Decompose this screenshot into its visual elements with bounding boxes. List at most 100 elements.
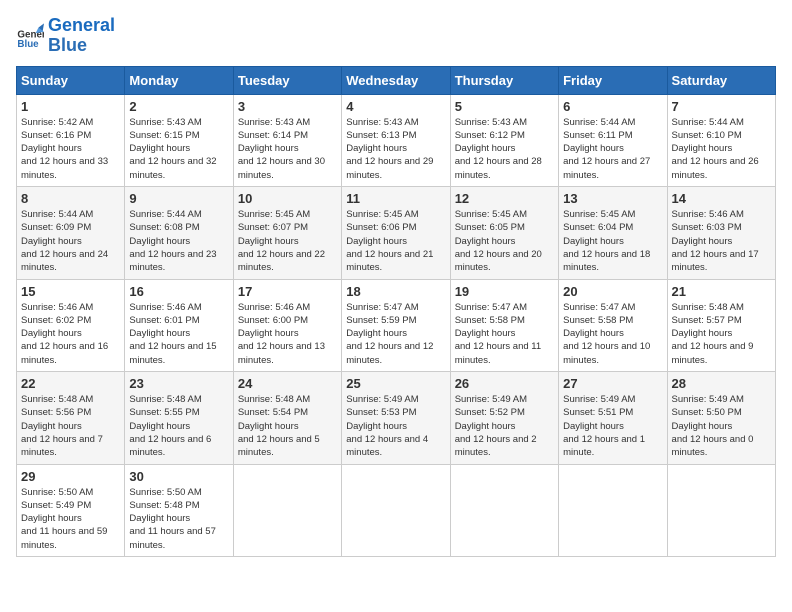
calendar-cell: 16 Sunrise: 5:46 AMSunset: 6:01 PMDaylig… — [125, 279, 233, 371]
page-header: General Blue General Blue — [16, 16, 776, 56]
calendar-cell: 18 Sunrise: 5:47 AMSunset: 5:59 PMDaylig… — [342, 279, 450, 371]
day-number: 1 — [21, 99, 120, 114]
day-info: Sunrise: 5:48 AMSunset: 5:57 PMDaylight … — [672, 301, 771, 367]
day-number: 18 — [346, 284, 445, 299]
calendar-cell: 23 Sunrise: 5:48 AMSunset: 5:55 PMDaylig… — [125, 372, 233, 464]
day-info: Sunrise: 5:46 AMSunset: 6:00 PMDaylight … — [238, 301, 337, 367]
day-info: Sunrise: 5:48 AMSunset: 5:56 PMDaylight … — [21, 393, 120, 459]
day-number: 6 — [563, 99, 662, 114]
day-info: Sunrise: 5:47 AMSunset: 5:59 PMDaylight … — [346, 301, 445, 367]
day-number: 22 — [21, 376, 120, 391]
day-info: Sunrise: 5:48 AMSunset: 5:54 PMDaylight … — [238, 393, 337, 459]
day-number: 30 — [129, 469, 228, 484]
dow-header-saturday: Saturday — [667, 66, 775, 94]
calendar-week-2: 15 Sunrise: 5:46 AMSunset: 6:02 PMDaylig… — [17, 279, 776, 371]
day-number: 17 — [238, 284, 337, 299]
days-of-week-header: SundayMondayTuesdayWednesdayThursdayFrid… — [17, 66, 776, 94]
day-info: Sunrise: 5:46 AMSunset: 6:03 PMDaylight … — [672, 208, 771, 274]
calendar-cell: 2 Sunrise: 5:43 AMSunset: 6:15 PMDayligh… — [125, 94, 233, 186]
day-info: Sunrise: 5:45 AMSunset: 6:07 PMDaylight … — [238, 208, 337, 274]
day-number: 13 — [563, 191, 662, 206]
calendar-cell: 27 Sunrise: 5:49 AMSunset: 5:51 PMDaylig… — [559, 372, 667, 464]
calendar-cell: 14 Sunrise: 5:46 AMSunset: 6:03 PMDaylig… — [667, 187, 775, 279]
dow-header-wednesday: Wednesday — [342, 66, 450, 94]
day-info: Sunrise: 5:49 AMSunset: 5:51 PMDaylight … — [563, 393, 662, 459]
day-info: Sunrise: 5:45 AMSunset: 6:06 PMDaylight … — [346, 208, 445, 274]
calendar-cell: 6 Sunrise: 5:44 AMSunset: 6:11 PMDayligh… — [559, 94, 667, 186]
day-number: 4 — [346, 99, 445, 114]
day-number: 29 — [21, 469, 120, 484]
day-number: 15 — [21, 284, 120, 299]
calendar-cell: 9 Sunrise: 5:44 AMSunset: 6:08 PMDayligh… — [125, 187, 233, 279]
day-info: Sunrise: 5:48 AMSunset: 5:55 PMDaylight … — [129, 393, 228, 459]
day-number: 24 — [238, 376, 337, 391]
day-number: 5 — [455, 99, 554, 114]
calendar-cell: 3 Sunrise: 5:43 AMSunset: 6:14 PMDayligh… — [233, 94, 341, 186]
calendar-cell — [559, 464, 667, 556]
svg-text:Blue: Blue — [17, 39, 39, 50]
logo-text: General — [48, 16, 115, 36]
day-number: 27 — [563, 376, 662, 391]
day-number: 19 — [455, 284, 554, 299]
day-number: 26 — [455, 376, 554, 391]
dow-header-friday: Friday — [559, 66, 667, 94]
day-number: 20 — [563, 284, 662, 299]
day-info: Sunrise: 5:49 AMSunset: 5:53 PMDaylight … — [346, 393, 445, 459]
calendar-week-4: 29 Sunrise: 5:50 AMSunset: 5:49 PMDaylig… — [17, 464, 776, 556]
calendar-cell: 28 Sunrise: 5:49 AMSunset: 5:50 PMDaylig… — [667, 372, 775, 464]
day-info: Sunrise: 5:50 AMSunset: 5:49 PMDaylight … — [21, 486, 120, 552]
day-info: Sunrise: 5:44 AMSunset: 6:10 PMDaylight … — [672, 116, 771, 182]
calendar-cell: 19 Sunrise: 5:47 AMSunset: 5:58 PMDaylig… — [450, 279, 558, 371]
calendar-cell: 24 Sunrise: 5:48 AMSunset: 5:54 PMDaylig… — [233, 372, 341, 464]
calendar-cell: 8 Sunrise: 5:44 AMSunset: 6:09 PMDayligh… — [17, 187, 125, 279]
day-number: 23 — [129, 376, 228, 391]
calendar-cell — [233, 464, 341, 556]
day-info: Sunrise: 5:43 AMSunset: 6:14 PMDaylight … — [238, 116, 337, 182]
calendar-cell: 10 Sunrise: 5:45 AMSunset: 6:07 PMDaylig… — [233, 187, 341, 279]
day-info: Sunrise: 5:44 AMSunset: 6:09 PMDaylight … — [21, 208, 120, 274]
calendar-cell: 13 Sunrise: 5:45 AMSunset: 6:04 PMDaylig… — [559, 187, 667, 279]
calendar-cell — [667, 464, 775, 556]
day-number: 14 — [672, 191, 771, 206]
day-number: 16 — [129, 284, 228, 299]
day-info: Sunrise: 5:43 AMSunset: 6:13 PMDaylight … — [346, 116, 445, 182]
day-number: 10 — [238, 191, 337, 206]
day-number: 12 — [455, 191, 554, 206]
calendar-cell: 30 Sunrise: 5:50 AMSunset: 5:48 PMDaylig… — [125, 464, 233, 556]
day-number: 11 — [346, 191, 445, 206]
day-info: Sunrise: 5:42 AMSunset: 6:16 PMDaylight … — [21, 116, 120, 182]
calendar-cell: 12 Sunrise: 5:45 AMSunset: 6:05 PMDaylig… — [450, 187, 558, 279]
day-number: 7 — [672, 99, 771, 114]
calendar-cell: 21 Sunrise: 5:48 AMSunset: 5:57 PMDaylig… — [667, 279, 775, 371]
day-info: Sunrise: 5:47 AMSunset: 5:58 PMDaylight … — [563, 301, 662, 367]
calendar-week-0: 1 Sunrise: 5:42 AMSunset: 6:16 PMDayligh… — [17, 94, 776, 186]
calendar-cell: 11 Sunrise: 5:45 AMSunset: 6:06 PMDaylig… — [342, 187, 450, 279]
day-info: Sunrise: 5:46 AMSunset: 6:02 PMDaylight … — [21, 301, 120, 367]
calendar-week-3: 22 Sunrise: 5:48 AMSunset: 5:56 PMDaylig… — [17, 372, 776, 464]
day-info: Sunrise: 5:45 AMSunset: 6:04 PMDaylight … — [563, 208, 662, 274]
calendar-cell: 1 Sunrise: 5:42 AMSunset: 6:16 PMDayligh… — [17, 94, 125, 186]
calendar-cell: 22 Sunrise: 5:48 AMSunset: 5:56 PMDaylig… — [17, 372, 125, 464]
dow-header-sunday: Sunday — [17, 66, 125, 94]
day-info: Sunrise: 5:47 AMSunset: 5:58 PMDaylight … — [455, 301, 554, 367]
calendar-cell — [342, 464, 450, 556]
calendar-cell: 25 Sunrise: 5:49 AMSunset: 5:53 PMDaylig… — [342, 372, 450, 464]
day-number: 2 — [129, 99, 228, 114]
day-info: Sunrise: 5:49 AMSunset: 5:50 PMDaylight … — [672, 393, 771, 459]
calendar-cell: 15 Sunrise: 5:46 AMSunset: 6:02 PMDaylig… — [17, 279, 125, 371]
day-info: Sunrise: 5:43 AMSunset: 6:12 PMDaylight … — [455, 116, 554, 182]
logo-icon: General Blue — [16, 22, 44, 50]
calendar-week-1: 8 Sunrise: 5:44 AMSunset: 6:09 PMDayligh… — [17, 187, 776, 279]
dow-header-monday: Monday — [125, 66, 233, 94]
day-number: 8 — [21, 191, 120, 206]
dow-header-tuesday: Tuesday — [233, 66, 341, 94]
calendar-cell: 26 Sunrise: 5:49 AMSunset: 5:52 PMDaylig… — [450, 372, 558, 464]
calendar-cell: 17 Sunrise: 5:46 AMSunset: 6:00 PMDaylig… — [233, 279, 341, 371]
day-number: 21 — [672, 284, 771, 299]
day-info: Sunrise: 5:49 AMSunset: 5:52 PMDaylight … — [455, 393, 554, 459]
day-number: 25 — [346, 376, 445, 391]
calendar-cell: 20 Sunrise: 5:47 AMSunset: 5:58 PMDaylig… — [559, 279, 667, 371]
calendar-cell — [450, 464, 558, 556]
calendar-cell: 5 Sunrise: 5:43 AMSunset: 6:12 PMDayligh… — [450, 94, 558, 186]
day-info: Sunrise: 5:46 AMSunset: 6:01 PMDaylight … — [129, 301, 228, 367]
